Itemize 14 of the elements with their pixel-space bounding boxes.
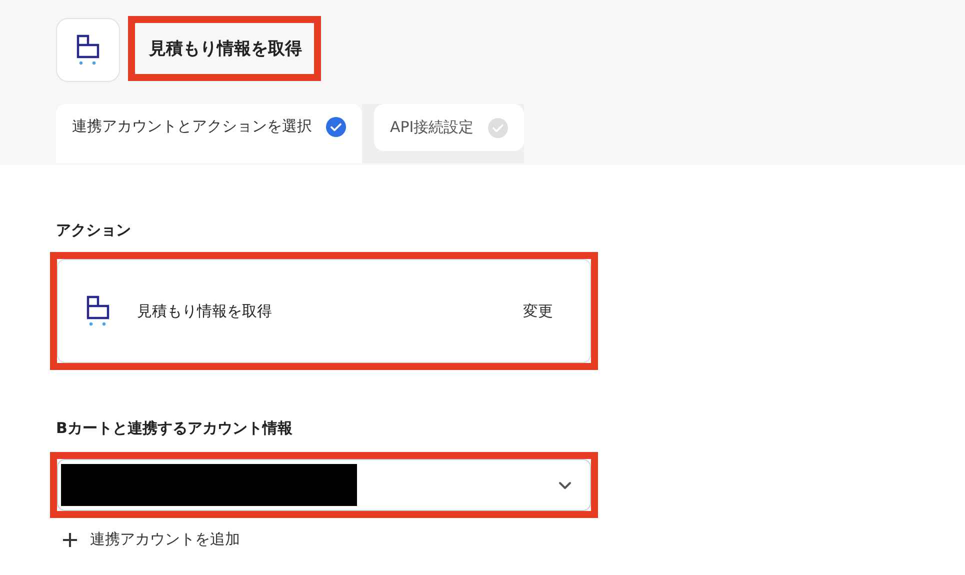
- action-card[interactable]: 見積もり情報を取得 変更: [57, 259, 591, 363]
- chevron-down-icon: [558, 480, 572, 490]
- action-name: 見積もり情報を取得: [137, 302, 273, 320]
- account-select[interactable]: [57, 459, 591, 511]
- add-account-link[interactable]: 連携アカウントを追加: [62, 526, 240, 553]
- cart-logo-icon: [76, 34, 100, 66]
- section-label: アクション: [56, 221, 132, 240]
- step-tab[interactable]: 連携アカウントとアクションを選択: [56, 104, 362, 163]
- section-label: Bカートと連携するアカウント情報: [56, 419, 294, 438]
- change-button[interactable]: 変更: [519, 298, 557, 324]
- step-tab[interactable]: API接続設定: [374, 104, 524, 151]
- page-title: 見積もり情報を取得: [128, 16, 321, 80]
- plus-icon: [62, 532, 78, 548]
- cart-logo-icon: [86, 295, 110, 327]
